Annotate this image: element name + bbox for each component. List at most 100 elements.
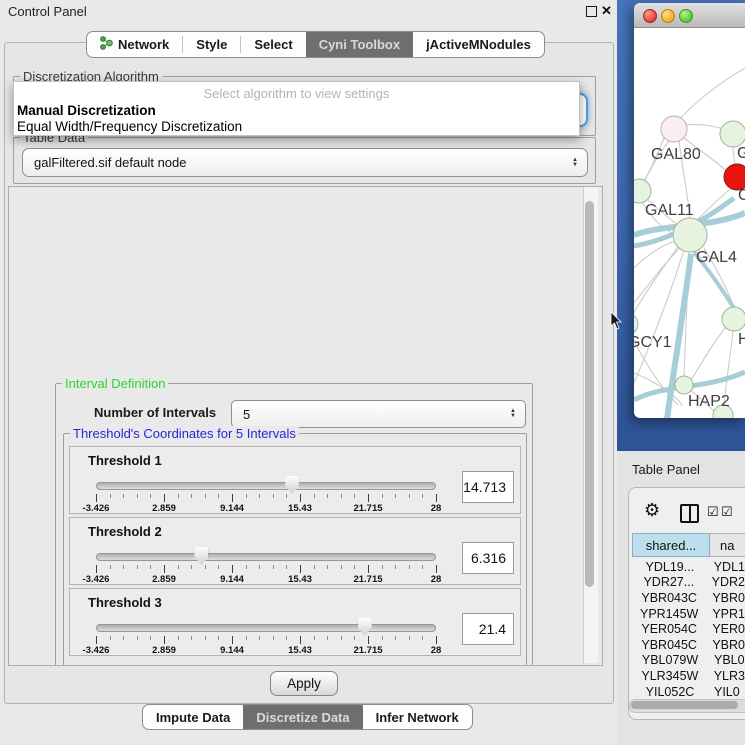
- threshold-label: Threshold 2: [88, 524, 162, 539]
- app-root: Control Panel ✕ Network Style Select Cyn…: [0, 0, 745, 745]
- tab-impute-data[interactable]: Impute Data: [143, 705, 243, 729]
- number-of-intervals-combobox[interactable]: 5 ▲▼: [231, 400, 526, 428]
- threshold-2-slider[interactable]: -3.4262.8599.14415.4321.71528: [96, 546, 436, 582]
- table-row[interactable]: YIL052CYIL0: [630, 684, 745, 699]
- tab-label: Infer Network: [376, 710, 459, 725]
- table-panel-title: Table Panel: [632, 462, 700, 477]
- gear-icon[interactable]: ⚙: [644, 500, 660, 521]
- combobox-value: 5: [232, 407, 510, 422]
- cell: YDR2: [708, 575, 745, 589]
- node-ga[interactable]: [720, 121, 745, 147]
- threshold-value-field[interactable]: 14.713: [462, 471, 514, 503]
- zoom-traffic-light-icon[interactable]: [679, 9, 693, 23]
- tab-label: jActiveMNodules: [426, 37, 531, 52]
- node-gal4[interactable]: [673, 218, 707, 252]
- threshold-label: Threshold 1: [88, 453, 162, 468]
- tab-label: Select: [254, 37, 292, 52]
- network-view-window[interactable]: GAL80 GA C GAL11 GAL4 GCY1 H HAP2: [634, 3, 745, 418]
- combobox-value: galFiltered.sif default node: [23, 155, 572, 170]
- tab-label: Discretize Data: [256, 710, 349, 725]
- node-label: HAP2: [688, 393, 730, 410]
- spinner-arrows-icon: ▲▼: [510, 409, 525, 419]
- threshold-2-box: Threshold 2 -3.4262.8599.14415.4321.7152…: [69, 517, 521, 585]
- node-gcy1[interactable]: [634, 313, 638, 335]
- slider-handle[interactable]: [194, 547, 208, 565]
- tab-select[interactable]: Select: [241, 32, 305, 57]
- node-gal11[interactable]: [634, 179, 651, 203]
- cell: YBL079W: [630, 653, 710, 667]
- tab-label: Impute Data: [156, 710, 230, 725]
- cell: YIL0: [710, 685, 740, 699]
- dropdown-option-manual-discretization[interactable]: Manual Discretization: [17, 103, 156, 118]
- group-title: Threshold's Coordinates for 5 Intervals: [70, 426, 299, 441]
- slider-track[interactable]: [96, 482, 436, 490]
- network-graph-canvas[interactable]: GAL80 GA C GAL11 GAL4 GCY1 H HAP2: [634, 28, 745, 418]
- threshold-3-box: Threshold 3 -3.4262.8599.14415.4321.7152…: [69, 588, 521, 656]
- table-row[interactable]: YER054CYER0: [630, 621, 745, 637]
- dropdown-option-equal-width[interactable]: Equal Width/Frequency Discretization: [17, 119, 242, 134]
- tab-discretize-data[interactable]: Discretize Data: [243, 705, 362, 729]
- cell: YBR0: [708, 638, 745, 652]
- cell: YBR0: [708, 591, 745, 605]
- group-title: Interval Definition: [62, 376, 168, 391]
- node-label: GAL80: [651, 146, 701, 163]
- column-header-name[interactable]: na: [710, 533, 745, 557]
- slider-handle[interactable]: [285, 476, 299, 494]
- apply-button[interactable]: Apply: [270, 671, 338, 696]
- dropdown-placeholder: Select algorithm to view settings: [14, 86, 579, 101]
- cell: YLR345W: [630, 669, 710, 683]
- table-data-combobox[interactable]: galFiltered.sif default node ▲▼: [22, 148, 588, 177]
- slider-handle[interactable]: [358, 618, 372, 636]
- cell: YLR3: [710, 669, 745, 683]
- float-window-icon[interactable]: [586, 6, 597, 17]
- tab-jactivemnodules[interactable]: jActiveMNodules: [413, 32, 544, 57]
- table-row[interactable]: YBR043CYBR0: [630, 590, 745, 606]
- slider-track[interactable]: [96, 624, 436, 632]
- node-gal80[interactable]: [661, 116, 687, 142]
- spinner-arrows-icon: ▲▼: [572, 158, 587, 168]
- slider-ticks: [96, 494, 436, 503]
- column-header-shared[interactable]: shared...: [632, 533, 710, 557]
- node-hap2[interactable]: [675, 376, 693, 394]
- cell: YPR1: [708, 607, 745, 621]
- threshold-1-slider[interactable]: -3.4262.8599.14415.4321.71528: [96, 475, 436, 511]
- node-h[interactable]: [722, 307, 745, 331]
- node-label: C: [738, 187, 745, 204]
- table-row[interactable]: YPR145WYPR1: [630, 606, 745, 622]
- table-row[interactable]: YDL19...YDL1: [630, 559, 745, 575]
- slider-tick-labels: -3.4262.8599.14415.4321.71528: [96, 574, 436, 585]
- scrollbar-thumb[interactable]: [585, 201, 594, 587]
- tab-network[interactable]: Network: [87, 32, 182, 57]
- close-icon[interactable]: ✕: [601, 3, 612, 19]
- split-columns-icon[interactable]: [680, 504, 699, 523]
- cell: YBL0: [710, 653, 745, 667]
- node-label: GA: [737, 145, 745, 162]
- table-row[interactable]: YBL079WYBL0: [630, 653, 745, 669]
- table-row[interactable]: YBR045CYBR0: [630, 637, 745, 653]
- tab-cyni-toolbox[interactable]: Cyni Toolbox: [306, 32, 413, 57]
- minimize-traffic-light-icon[interactable]: [661, 9, 675, 23]
- number-of-intervals-label: Number of Intervals: [94, 405, 216, 420]
- slider-track[interactable]: [96, 553, 436, 561]
- algorithm-dropdown-popup: Select algorithm to view settings Manual…: [13, 81, 580, 136]
- cell: YBR043C: [630, 591, 708, 605]
- scrollbar-thumb[interactable]: [631, 701, 738, 709]
- cell: YPR145W: [630, 607, 708, 621]
- close-traffic-light-icon[interactable]: [643, 9, 657, 23]
- cell: YER0: [708, 622, 745, 636]
- tab-infer-network[interactable]: Infer Network: [363, 705, 472, 729]
- cell: YIL052C: [630, 685, 710, 699]
- checkbox-icon[interactable]: ☑: [721, 504, 733, 520]
- threshold-value-field[interactable]: 21.4: [462, 613, 514, 645]
- node-label: GAL11: [645, 202, 694, 219]
- threshold-value-field[interactable]: 6.316: [462, 542, 514, 574]
- table-row[interactable]: YLR345WYLR3: [630, 668, 745, 684]
- network-window-titlebar[interactable]: [634, 3, 745, 28]
- table-row[interactable]: YDR27...YDR2: [630, 575, 745, 591]
- table-rows: YDL19...YDL1 YDR27...YDR2 YBR043CYBR0 YP…: [630, 559, 745, 699]
- cell: YER054C: [630, 622, 708, 636]
- tab-style[interactable]: Style: [183, 32, 240, 57]
- threshold-3-slider[interactable]: -3.4262.8599.14415.4321.71528: [96, 617, 436, 653]
- table-header-row: shared... na: [632, 533, 745, 557]
- checkbox-icon[interactable]: ☑: [707, 504, 719, 520]
